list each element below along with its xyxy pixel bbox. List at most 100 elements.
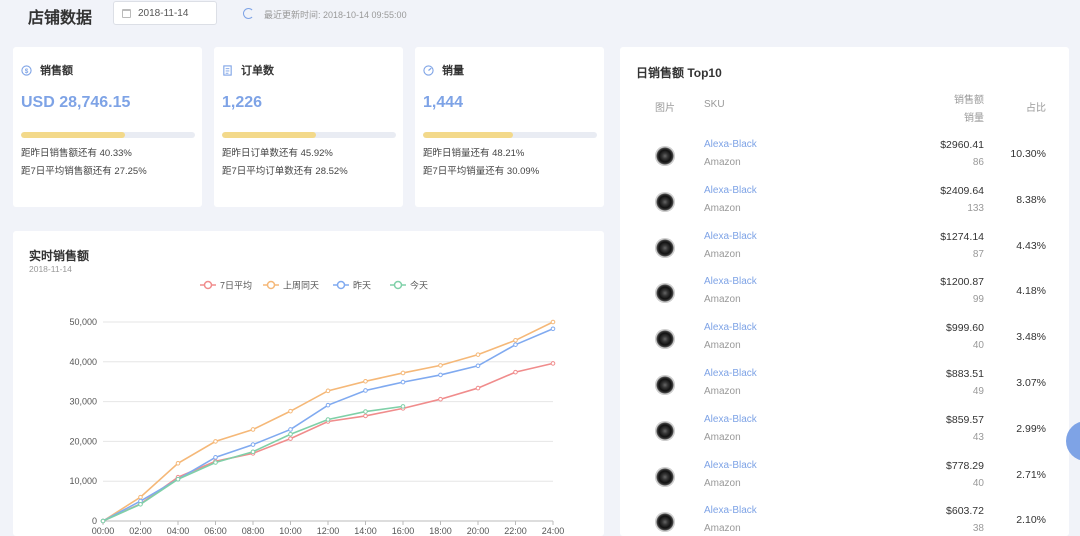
sales-qty: 38 (972, 523, 984, 535)
platform-name: Amazon (704, 248, 741, 260)
kpi-value: 1,226 (222, 94, 263, 111)
y-tick-label: 0 (92, 516, 97, 526)
date-picker[interactable]: 2018-11-14 (113, 1, 217, 25)
table-row[interactable]: Alexa-Black Amazon $1200.87 99 4.18% (620, 271, 1069, 317)
product-image (655, 237, 675, 258)
sku-link[interactable]: Alexa-Black (704, 368, 757, 379)
y-tick-label: 20,000 (69, 436, 97, 446)
legend-label: 昨天 (353, 280, 371, 291)
product-image (655, 512, 675, 533)
sales-amount: $778.29 (946, 459, 984, 472)
kpi-compare-yesterday: 距昨日销量还有 48.21% (423, 148, 525, 159)
sales-qty: 40 (972, 340, 984, 352)
sales-qty: 86 (972, 157, 984, 168)
series-line (102, 405, 404, 522)
table-row[interactable]: Alexa-Black Amazon $883.51 49 3.07% (620, 363, 1069, 409)
data-point (400, 404, 406, 409)
legend-marker (393, 280, 403, 290)
data-point (213, 460, 218, 465)
data-point (438, 396, 443, 402)
x-tick-label: 04:00 (167, 526, 190, 536)
x-tick-label: 14:00 (354, 526, 377, 536)
platform-name: Amazon (704, 477, 741, 489)
kpi-title: 销量 (442, 65, 464, 77)
sku-link[interactable]: Alexa-Black (704, 185, 757, 196)
sales-percent: 4.43% (1016, 239, 1046, 252)
sales-percent: 3.48% (1016, 331, 1046, 344)
platform-name: Amazon (704, 386, 741, 397)
x-tick-label: 12:00 (317, 526, 340, 536)
data-point (288, 427, 293, 432)
sku-link[interactable]: Alexa-Black (704, 276, 757, 287)
x-tick-label: 18:00 (429, 526, 452, 536)
sku-link[interactable]: Alexa-Black (704, 139, 757, 150)
x-tick-label: 08:00 (242, 526, 265, 536)
kpi-value: USD 28,746.15 (21, 94, 131, 111)
header-qty[interactable]: 销量 (964, 109, 984, 124)
x-tick-label: 06:00 (204, 526, 227, 536)
data-point (513, 369, 518, 375)
document-icon (223, 64, 232, 76)
table-row[interactable]: Alexa-Black Amazon $2960.41 86 10.30% (620, 134, 1069, 180)
kpi-compare-7day: 距7日平均销量还有 30.09% (423, 166, 540, 177)
kpi-title: 销售额 (40, 65, 73, 77)
product-image (655, 375, 675, 395)
sku-link[interactable]: Alexa-Black (704, 231, 757, 242)
last-update-text: 最近更新时间: 2018-10-14 09:55:00 (264, 10, 407, 20)
date-value: 2018-11-14 (138, 7, 189, 19)
header-amount[interactable]: 销售额 (954, 91, 984, 106)
x-tick-label: 24:00 (542, 526, 565, 536)
data-point (475, 385, 481, 391)
sales-percent: 8.38% (1016, 193, 1046, 206)
realtime-sales-card: 实时销售额 2018-11-14 7日平均 上周同天 昨天 今天 0 10,000 20,… (13, 231, 604, 536)
table-row[interactable]: Alexa-Black Amazon $2409.64 133 8.38% (620, 180, 1069, 226)
chart-legend: 7日平均 上周同天 昨天 今天 (200, 280, 428, 291)
sales-amount: $2409.64 (940, 184, 984, 197)
data-point (175, 460, 181, 466)
table-row[interactable]: Alexa-Black Amazon $1274.14 87 4.43% (620, 226, 1069, 272)
platform-name: Amazon (704, 202, 741, 214)
data-point (100, 518, 106, 524)
header-image: 图片 (655, 103, 675, 114)
sales-percent: 10.30% (1010, 148, 1046, 160)
refresh-icon[interactable] (243, 8, 254, 19)
sku-link[interactable]: Alexa-Black (704, 414, 757, 425)
header-percent[interactable]: 占比 (1026, 99, 1046, 114)
kpi-title: 订单数 (241, 65, 274, 77)
sales-amount: $999.60 (946, 322, 984, 335)
sales-amount: $883.51 (946, 368, 984, 380)
sku-link[interactable]: Alexa-Black (704, 505, 757, 516)
svg-text:$: $ (25, 67, 29, 74)
sales-amount: $1200.87 (940, 276, 984, 289)
y-tick-label: 50,000 (69, 317, 97, 327)
data-point (250, 449, 256, 455)
table-row[interactable]: Alexa-Black Amazon $778.29 40 2.71% (620, 455, 1069, 501)
x-tick-label: 10:00 (279, 526, 302, 536)
product-image (655, 329, 675, 350)
sales-qty: 87 (972, 248, 984, 260)
kpi-compare-7day: 距7日平均订单数还有 28.52% (222, 166, 348, 177)
table-row[interactable]: Alexa-Black Amazon $999.60 40 3.48% (620, 317, 1069, 363)
kpi-compare-7day: 距7日平均销售额还有 27.25% (21, 166, 147, 177)
progress-fill (222, 132, 316, 138)
dollar-icon: $ (21, 64, 32, 76)
series-line (102, 362, 554, 522)
sales-qty: 49 (972, 386, 984, 397)
data-point (513, 342, 518, 347)
sales-amount: $2960.41 (940, 139, 984, 151)
product-image (655, 466, 675, 487)
sales-percent: 2.71% (1016, 468, 1046, 481)
sales-amount: $603.72 (946, 505, 984, 518)
table-row[interactable]: Alexa-Black Amazon $859.57 43 2.99% (620, 409, 1069, 455)
sku-link[interactable]: Alexa-Black (704, 322, 757, 333)
x-tick-label: 22:00 (504, 526, 527, 536)
data-point (288, 436, 293, 441)
sales-percent: 4.18% (1016, 285, 1046, 298)
sales-percent: 3.07% (1016, 377, 1046, 389)
sku-link[interactable]: Alexa-Black (704, 460, 757, 471)
data-point (363, 409, 368, 414)
sales-percent: 2.10% (1016, 514, 1046, 527)
progress-bar (423, 132, 597, 138)
table-row[interactable]: Alexa-Black Amazon $603.72 38 2.10% (620, 500, 1069, 536)
top10-title: 日销售额 Top10 (636, 66, 722, 80)
